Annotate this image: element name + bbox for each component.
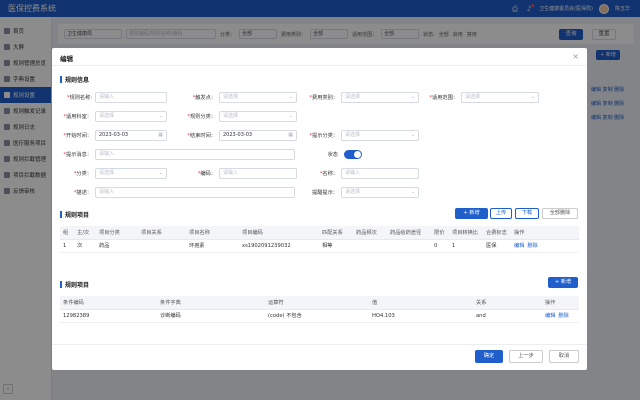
trigger-point-select[interactable]: 请选择 ⌄	[219, 92, 297, 103]
end-time-input[interactable]: 2023-03-03 ▦	[219, 130, 297, 141]
scope-select[interactable]: 请选择 ⌄	[461, 92, 539, 103]
field-start-time: *开始时间： 2023-03-03 ▦	[60, 130, 167, 141]
items-table-header: 组 主/次 项目分类 项目关系 项目名称 项目编码 匹配关系 药品频次 药品给药…	[60, 226, 579, 240]
chevron-down-icon: ⌄	[530, 94, 535, 100]
field-code: *编码： 请输入	[180, 168, 297, 179]
field-end-time: *结束时间： 2023-03-03 ▦	[180, 130, 297, 141]
edit-link[interactable]: 编辑	[514, 243, 524, 249]
chevron-down-icon: ⌄	[158, 113, 163, 119]
reminder-select[interactable]: 请选择 ⌄	[341, 187, 419, 198]
section-rule-items: 规则项目	[60, 210, 89, 219]
chevron-down-icon: ⌄	[288, 113, 293, 119]
rule-name-input[interactable]: 请输入	[95, 92, 167, 103]
close-icon[interactable]: ×	[572, 52, 579, 61]
conditions-table-header: 条件编码 条件字典 运算符 值 关系 操作	[60, 296, 579, 310]
rule-category-select[interactable]: 请选择 ⌄	[219, 111, 297, 122]
calendar-icon: ▦	[158, 132, 163, 138]
cancel-button[interactable]: 取消	[549, 350, 579, 363]
edit-link[interactable]: 编辑	[545, 313, 555, 319]
field-status: 状态	[314, 149, 362, 160]
delete-link[interactable]: 删除	[527, 243, 537, 249]
name-input[interactable]: 请输入	[341, 168, 419, 179]
category-select[interactable]: 请选择 ⌄	[95, 168, 167, 179]
download-button[interactable]: 下载	[515, 208, 539, 219]
field-rule-name: *规则名称: 请输入	[60, 92, 167, 103]
prev-step-button[interactable]: 上一步	[509, 350, 543, 363]
field-hint-category: *提示分类： 请选择 ⌄	[304, 130, 419, 141]
field-category: *分类： 请选择 ⌄	[60, 168, 167, 179]
fee-category-select[interactable]: 请选择 ⌄	[341, 92, 419, 103]
desc-input[interactable]: 请输入	[95, 187, 295, 198]
hint-msg-input[interactable]: 请输入	[95, 149, 295, 160]
field-fee-category: *费用类别： 请选择 ⌄	[304, 92, 419, 103]
table-row: 12982389 诊断编码 (code) 不包含 HO4.103 and 编辑删…	[60, 309, 579, 323]
chevron-down-icon: ⌄	[288, 94, 293, 100]
hint-category-select[interactable]: 请选择 ⌄	[341, 130, 419, 141]
add-condition-button[interactable]: + 新增	[548, 277, 578, 288]
delete-all-button[interactable]: 全部删除	[542, 208, 578, 219]
delete-link[interactable]: 删除	[558, 313, 568, 319]
add-item-button[interactable]: + 新增	[455, 208, 488, 219]
footer-divider	[52, 344, 587, 345]
field-desc: *描述： 请输入	[60, 187, 295, 198]
code-input[interactable]: 请输入	[219, 168, 297, 179]
field-dept: *适用科室： 请选择 ⌄	[60, 111, 167, 122]
field-name: *名称： 请输入	[304, 168, 419, 179]
field-hint-msg: *提示消息： 请输入	[60, 149, 295, 160]
field-reminder: 提醒提示： 请选择 ⌄	[304, 187, 419, 198]
field-rule-category: *规则分类： 请选择 ⌄	[180, 111, 297, 122]
edit-modal: 编辑 × 规则信息 *规则名称: 请输入 *触发点： 请选择 ⌄ *费用类别： 请…	[52, 48, 587, 370]
table-row: 1 次 药品 环孢素 xs1902091239032 相等 0 1 医保 编辑删…	[60, 239, 579, 253]
conditions-table: 条件编码 条件字典 运算符 值 关系 操作 12982389 诊断编码 (cod…	[60, 296, 579, 323]
items-table: 组 主/次 项目分类 项目关系 项目名称 项目编码 匹配关系 药品频次 药品给药…	[60, 226, 579, 253]
field-scope: *适用范围： 请选择 ⌄	[424, 92, 539, 103]
confirm-button[interactable]: 确定	[475, 350, 503, 363]
field-trigger-point: *触发点： 请选择 ⌄	[180, 92, 297, 103]
section-rule-info: 规则信息	[60, 75, 89, 84]
chevron-down-icon: ⌄	[410, 132, 415, 138]
modal-header: 编辑 ×	[52, 48, 587, 66]
start-time-input[interactable]: 2023-03-03 ▦	[95, 130, 167, 141]
upload-button[interactable]: 上传	[490, 208, 512, 219]
modal-title: 编辑	[60, 55, 73, 63]
dept-select[interactable]: 请选择 ⌄	[95, 111, 167, 122]
calendar-icon: ▦	[288, 132, 293, 138]
status-toggle[interactable]	[344, 150, 362, 159]
chevron-down-icon: ⌄	[410, 94, 415, 100]
chevron-down-icon: ⌄	[410, 189, 415, 195]
section-conditions: 规则项目	[60, 280, 89, 289]
chevron-down-icon: ⌄	[158, 170, 163, 176]
